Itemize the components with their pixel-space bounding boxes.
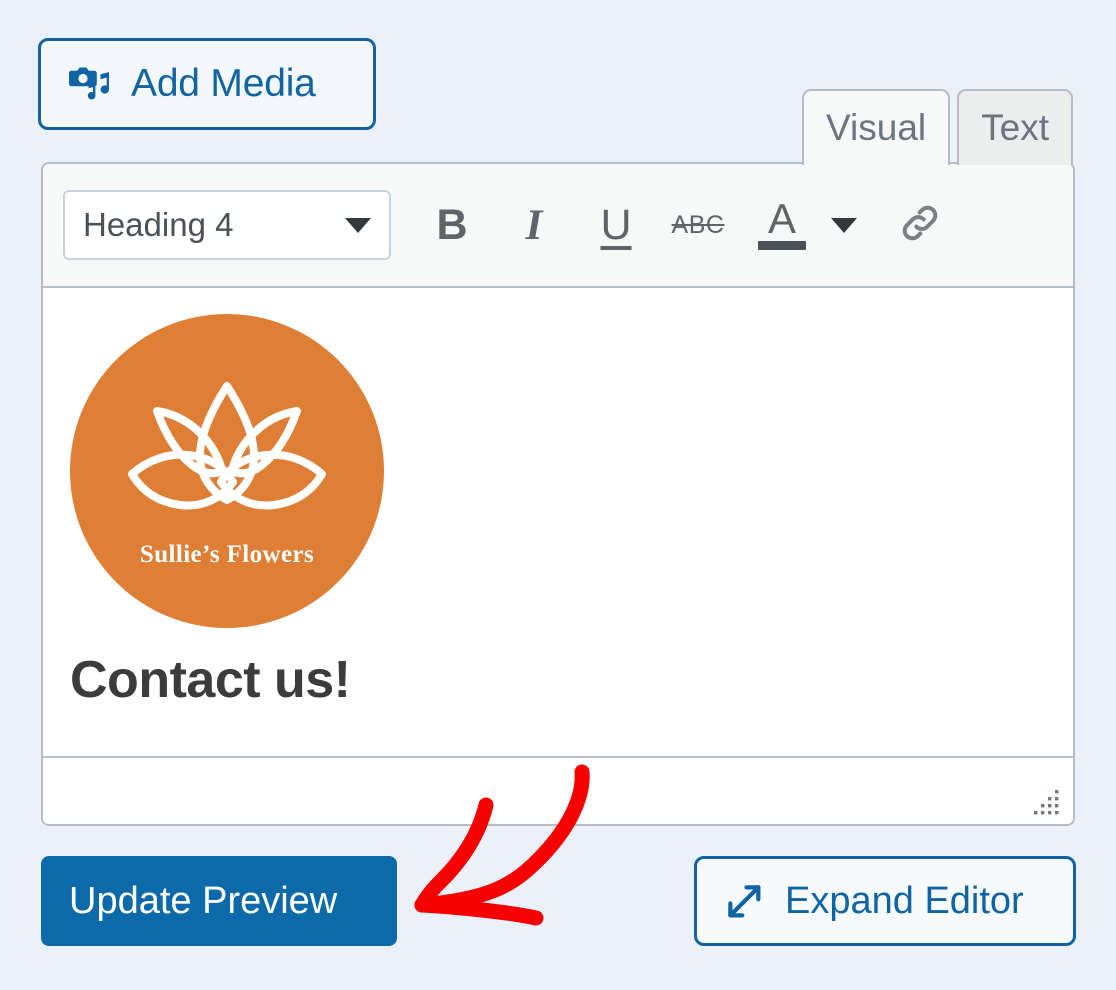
bold-button[interactable]: B [419, 189, 485, 261]
content-heading: Contact us! [70, 651, 351, 709]
tab-visual[interactable]: Visual [802, 89, 951, 165]
format-select[interactable]: Heading 4 [63, 190, 391, 260]
tab-text-label: Text [981, 107, 1049, 148]
underline-button[interactable]: U [583, 189, 649, 261]
editor-toolbar: Heading 4 B I U ABC A [43, 164, 1073, 288]
link-icon [897, 200, 943, 251]
text-color-menu-button[interactable] [817, 189, 871, 261]
bold-icon: B [436, 200, 468, 249]
expand-editor-button[interactable]: Expand Editor [694, 856, 1076, 946]
editor-mode-tabs: Visual Text [802, 89, 1073, 165]
svg-text:Sullie’s Flowers: Sullie’s Flowers [140, 541, 314, 568]
insert-link-button[interactable] [887, 189, 953, 261]
tab-text[interactable]: Text [957, 89, 1073, 165]
expand-editor-label: Expand Editor [785, 879, 1024, 922]
strikethrough-icon: ABC [671, 210, 725, 239]
expand-arrows-icon [723, 880, 765, 922]
editor-statusbar [43, 756, 1073, 824]
add-media-label: Add Media [131, 62, 316, 105]
italic-button[interactable]: I [501, 189, 567, 261]
chevron-down-icon [831, 217, 857, 233]
text-color-icon: A [767, 194, 796, 242]
editor-content-area[interactable]: Sullie’s Flowers Contact us! [43, 288, 1073, 756]
underline-icon: U [600, 200, 632, 249]
editor-panel: Heading 4 B I U ABC A Sullie’s Flowers C… [41, 162, 1075, 826]
camera-music-icon [67, 61, 113, 107]
strikethrough-button[interactable]: ABC [665, 189, 731, 261]
add-media-button[interactable]: Add Media [38, 38, 376, 130]
format-select-value: Heading 4 [83, 206, 234, 243]
update-preview-button[interactable]: Update Preview [41, 856, 397, 946]
italic-icon: I [525, 201, 543, 249]
resize-grip-icon[interactable] [1033, 786, 1063, 816]
text-color-button[interactable]: A [747, 189, 817, 261]
update-preview-label: Update Preview [69, 879, 338, 922]
tab-visual-label: Visual [826, 107, 927, 148]
chevron-down-icon [345, 217, 371, 233]
text-color-swatch [758, 241, 806, 251]
sullies-flowers-logo: Sullie’s Flowers [70, 314, 384, 628]
